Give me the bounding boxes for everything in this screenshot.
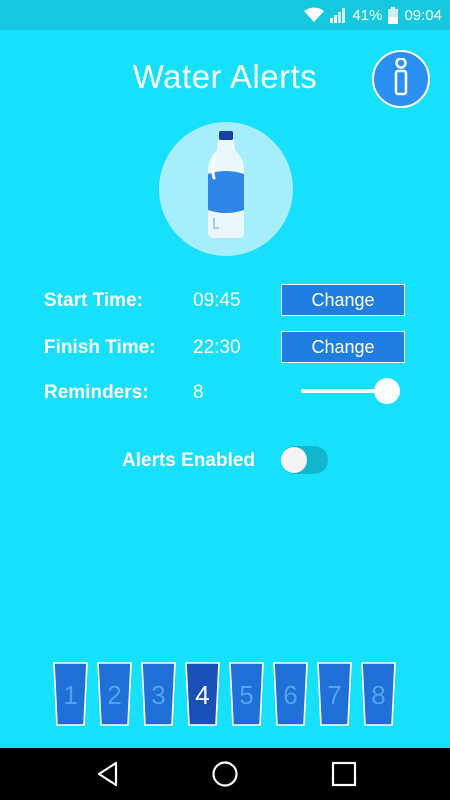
status-bar: 41% 09:04 (0, 0, 450, 30)
alerts-enabled-label: Alerts Enabled (122, 450, 256, 471)
glass-number: 4 (195, 680, 210, 710)
recents-icon[interactable] (330, 760, 358, 788)
home-icon[interactable] (211, 760, 239, 788)
glass-number: 7 (327, 680, 342, 710)
glass-number: 1 (63, 680, 78, 710)
glass-5[interactable]: 5 (229, 662, 264, 726)
glass-1[interactable]: 1 (53, 662, 88, 726)
change-start-time-button[interactable]: Change (281, 284, 405, 316)
start-time-value: 09:45 (193, 290, 241, 311)
battery-icon (388, 6, 399, 24)
reminders-slider-thumb[interactable] (374, 378, 400, 404)
reminders-value: 8 (193, 382, 204, 403)
wifi-icon (304, 7, 325, 23)
finish-time-value: 22:30 (193, 337, 241, 358)
glass-number: 6 (283, 680, 298, 710)
glass-6[interactable]: 6 (273, 662, 308, 726)
glass-2[interactable]: 2 (97, 662, 132, 726)
glasses-row: 12345678 (53, 662, 398, 726)
finish-time-label: Finish Time: (44, 337, 156, 358)
info-icon (389, 56, 413, 101)
glass-number: 8 (371, 680, 386, 710)
info-button[interactable] (372, 50, 430, 108)
navigation-bar (0, 748, 450, 800)
glass-7[interactable]: 7 (317, 662, 352, 726)
bottle-circle (159, 122, 293, 256)
glass-8[interactable]: 8 (361, 662, 396, 726)
start-time-label: Start Time: (44, 290, 143, 311)
signal-icon (330, 7, 346, 23)
glass-number: 2 (107, 680, 122, 710)
back-icon[interactable] (94, 760, 122, 788)
glass-3[interactable]: 3 (141, 662, 176, 726)
clock: 09:04 (404, 6, 442, 24)
glass-number: 3 (151, 680, 166, 710)
battery-percent: 41% (352, 6, 383, 24)
glass-number: 5 (239, 680, 254, 710)
alerts-toggle-thumb[interactable] (281, 447, 307, 473)
glass-4[interactable]: 4 (185, 662, 220, 726)
change-finish-time-button[interactable]: Change (281, 331, 405, 363)
reminders-label: Reminders: (44, 382, 149, 403)
